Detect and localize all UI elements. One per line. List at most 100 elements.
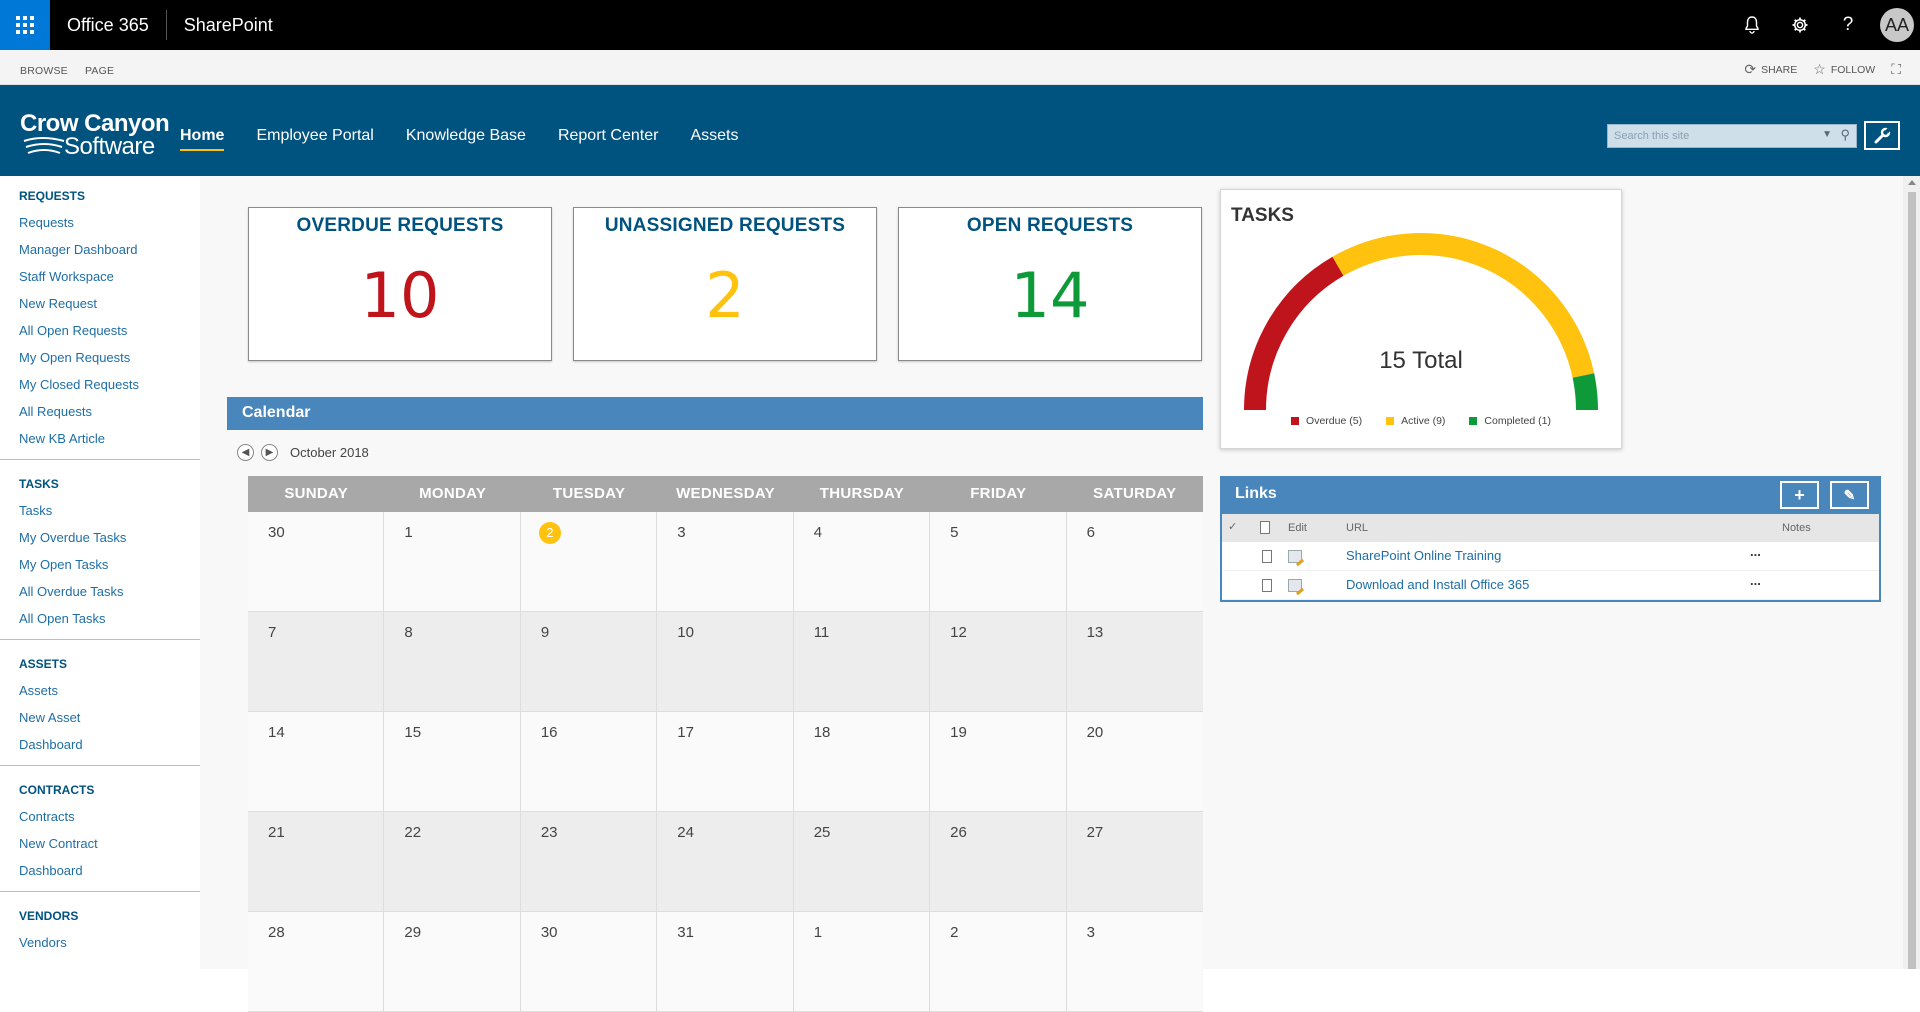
site-logo[interactable]: Crow Canyon Software [20, 112, 170, 159]
nav-item-new-kb-article[interactable]: New KB Article [0, 425, 200, 452]
calendar-day-cell[interactable]: 5 [930, 512, 1067, 611]
calendar-day-cell[interactable]: 18 [794, 712, 931, 811]
nav-item-all-requests[interactable]: All Requests [0, 398, 200, 425]
vertical-scrollbar[interactable] [1903, 176, 1920, 969]
topnav-knowledge-base[interactable]: Knowledge Base [406, 127, 526, 151]
calendar-day-cell[interactable]: 29 [384, 912, 521, 1011]
calendar-day-cell[interactable]: 9 [521, 612, 658, 711]
select-all-check-icon[interactable]: ✓ [1228, 520, 1237, 533]
plus-icon[interactable]: + [1780, 481, 1819, 509]
calendar-day-cell[interactable]: 26 [930, 812, 1067, 911]
nav-item-vendors[interactable]: Vendors [0, 929, 200, 956]
topnav-home[interactable]: Home [180, 127, 225, 151]
nav-item-requests[interactable]: Requests [0, 209, 200, 236]
calendar-day-cell[interactable]: 6 [1067, 512, 1203, 611]
next-month-icon[interactable]: ▶ [261, 444, 278, 461]
scroll-up-arrow-icon[interactable] [1908, 180, 1916, 185]
kpi-overdue-requests[interactable]: OVERDUE REQUESTS 10 [248, 207, 552, 361]
nav-item-my-open-tasks[interactable]: My Open Tasks [0, 551, 200, 578]
ribbon-tab-browse[interactable]: BROWSE [20, 65, 68, 77]
nav-heading-assets[interactable]: ASSETS [0, 644, 200, 677]
office-365-link[interactable]: Office 365 [50, 10, 167, 40]
nav-item-my-open-requests[interactable]: My Open Requests [0, 344, 200, 371]
calendar-day-cell[interactable]: 30 [521, 912, 658, 1011]
nav-item-new-contract[interactable]: New Contract [0, 830, 200, 857]
calendar-day-cell[interactable]: 13 [1067, 612, 1203, 711]
wrench-icon[interactable] [1864, 121, 1900, 150]
nav-item-new-request[interactable]: New Request [0, 290, 200, 317]
bell-icon[interactable] [1728, 0, 1776, 50]
links-row[interactable]: Download and Install Office 365 ... [1222, 571, 1879, 600]
calendar-day-cell[interactable]: 19 [930, 712, 1067, 811]
calendar-day-cell[interactable]: 3 [657, 512, 794, 611]
column-notes[interactable]: Notes [1782, 522, 1811, 534]
avatar[interactable]: AA [1880, 8, 1914, 42]
column-url[interactable]: URL [1346, 522, 1368, 534]
calendar-day-cell[interactable]: 7 [248, 612, 385, 711]
edit-item-icon[interactable] [1288, 550, 1302, 566]
prev-month-icon[interactable]: ◀ [237, 444, 254, 461]
calendar-day-cell[interactable]: 14 [248, 712, 385, 811]
sharepoint-link[interactable]: SharePoint [167, 15, 273, 36]
nav-item-my-closed-requests[interactable]: My Closed Requests [0, 371, 200, 398]
nav-item-manager-dashboard[interactable]: Manager Dashboard [0, 236, 200, 263]
search-icon[interactable]: ⚲ [1840, 127, 1850, 143]
nav-heading-requests[interactable]: REQUESTS [0, 176, 200, 209]
kpi-open-requests[interactable]: OPEN REQUESTS 14 [898, 207, 1202, 361]
links-row[interactable]: SharePoint Online Training ... [1222, 542, 1879, 571]
calendar-day-cell[interactable]: 17 [657, 712, 794, 811]
nav-heading-vendors[interactable]: VENDORS [0, 896, 200, 929]
focus-content-button[interactable]: ⛶ [1891, 61, 1906, 78]
calendar-day-cell[interactable]: 22 [384, 812, 521, 911]
calendar-day-cell[interactable]: 27 [1067, 812, 1203, 911]
calendar-day-cell[interactable]: 8 [384, 612, 521, 711]
item-menu-icon[interactable]: ... [1750, 573, 1761, 588]
calendar-day-cell[interactable]: 1 [384, 512, 521, 611]
calendar-day-cell[interactable]: 21 [248, 812, 385, 911]
nav-item-all-open-requests[interactable]: All Open Requests [0, 317, 200, 344]
calendar-day-cell[interactable]: 15 [384, 712, 521, 811]
nav-item-assets[interactable]: Assets [0, 677, 200, 704]
calendar-day-cell[interactable]: 4 [794, 512, 931, 611]
nav-item-my-overdue-tasks[interactable]: My Overdue Tasks [0, 524, 200, 551]
topnav-employee-portal[interactable]: Employee Portal [256, 127, 373, 151]
search-scope-dropdown-icon[interactable]: ▼ [1822, 129, 1832, 140]
link-url[interactable]: SharePoint Online Training [1346, 548, 1501, 563]
calendar-day-cell[interactable]: 2 [521, 512, 658, 611]
calendar-day-cell[interactable]: 20 [1067, 712, 1203, 811]
app-launcher-button[interactable] [0, 0, 50, 50]
calendar-day-cell[interactable]: 2 [930, 912, 1067, 1011]
calendar-day-cell[interactable]: 16 [521, 712, 658, 811]
item-menu-icon[interactable]: ... [1750, 544, 1761, 559]
follow-button[interactable]: ☆ FOLLOW [1813, 61, 1875, 78]
calendar-day-cell[interactable]: 28 [248, 912, 385, 1011]
search-input[interactable]: Search this site ▼ ⚲ [1607, 124, 1857, 148]
calendar-day-cell[interactable]: 3 [1067, 912, 1203, 1011]
calendar-day-cell[interactable]: 24 [657, 812, 794, 911]
nav-item-contracts[interactable]: Contracts [0, 803, 200, 830]
ribbon-tab-page[interactable]: PAGE [85, 65, 114, 77]
nav-item-all-open-tasks[interactable]: All Open Tasks [0, 605, 200, 632]
calendar-day-cell[interactable]: 31 [657, 912, 794, 1011]
nav-item-assets-dashboard[interactable]: Dashboard [0, 731, 200, 758]
calendar-day-cell[interactable]: 30 [248, 512, 385, 611]
column-edit[interactable]: Edit [1288, 522, 1307, 534]
calendar-day-cell[interactable]: 10 [657, 612, 794, 711]
scroll-thumb[interactable] [1908, 192, 1916, 969]
calendar-day-cell[interactable]: 1 [794, 912, 931, 1011]
nav-item-all-overdue-tasks[interactable]: All Overdue Tasks [0, 578, 200, 605]
calendar-day-cell[interactable]: 12 [930, 612, 1067, 711]
nav-item-contracts-dashboard[interactable]: Dashboard [0, 857, 200, 884]
nav-heading-tasks[interactable]: TASKS [0, 464, 200, 497]
nav-item-new-asset[interactable]: New Asset [0, 704, 200, 731]
nav-item-staff-workspace[interactable]: Staff Workspace [0, 263, 200, 290]
edit-item-icon[interactable] [1288, 579, 1302, 595]
question-icon[interactable]: ? [1824, 0, 1872, 50]
share-button[interactable]: ⟳ SHARE [1744, 61, 1797, 78]
link-url[interactable]: Download and Install Office 365 [1346, 577, 1529, 592]
nav-heading-contracts[interactable]: CONTRACTS [0, 770, 200, 803]
calendar-day-cell[interactable]: 23 [521, 812, 658, 911]
gear-icon[interactable] [1776, 0, 1824, 50]
topnav-assets[interactable]: Assets [690, 127, 738, 151]
gauge-segment-2[interactable] [1572, 373, 1598, 411]
